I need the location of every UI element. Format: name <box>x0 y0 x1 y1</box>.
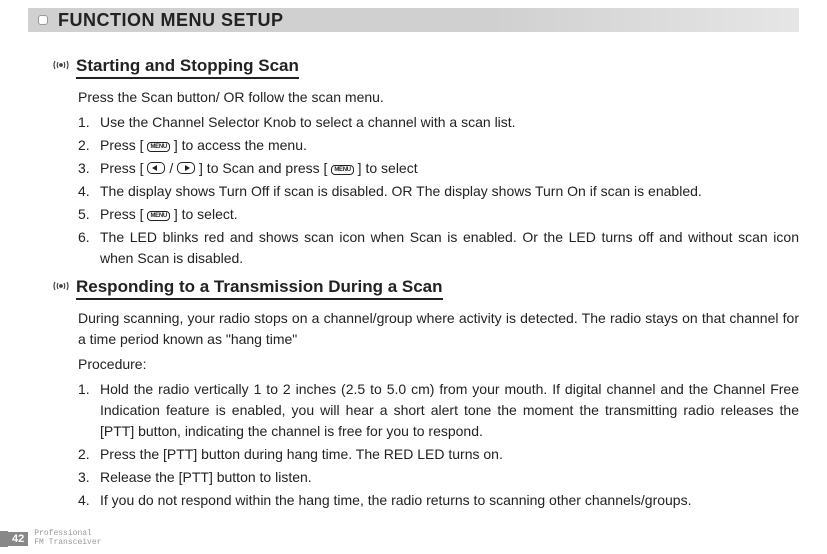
section-1-list: 1.Use the Channel Selector Knob to selec… <box>78 112 799 269</box>
list-item: 3.Release the [PTT] button to listen. <box>78 467 799 488</box>
footer-bar-icon <box>0 531 8 547</box>
section-2-intro-1: During scanning, your radio stops on a c… <box>78 308 799 350</box>
menu-button-icon: MENU <box>147 211 169 221</box>
signal-icon <box>52 277 70 300</box>
footer-text: Professional FM Transceiver <box>34 530 101 548</box>
page-number: 42 <box>8 532 28 546</box>
right-arrow-button-icon <box>177 162 195 174</box>
titlebar-dot-icon <box>38 15 48 25</box>
section-1-body: Press the Scan button/ OR follow the sca… <box>78 87 799 269</box>
section-2-list: 1.Hold the radio vertically 1 to 2 inche… <box>78 379 799 511</box>
section-1-intro: Press the Scan button/ OR follow the sca… <box>78 87 799 108</box>
section-heading-row: Starting and Stopping Scan <box>52 56 799 79</box>
list-item: 3.Press [ / ] to Scan and press [ MENU ]… <box>78 158 799 179</box>
list-item: 1.Hold the radio vertically 1 to 2 inche… <box>78 379 799 442</box>
list-item: 5.Press [ MENU ] to select. <box>78 204 799 225</box>
section-2-body: During scanning, your radio stops on a c… <box>78 308 799 511</box>
signal-icon <box>52 56 70 79</box>
section-2-title: Responding to a Transmission During a Sc… <box>76 277 443 300</box>
page-title: FUNCTION MENU SETUP <box>58 10 284 31</box>
list-item: 2.Press [ MENU ] to access the menu. <box>78 135 799 156</box>
menu-button-icon: MENU <box>331 165 353 175</box>
title-bar: FUNCTION MENU SETUP <box>28 8 799 32</box>
section-2-intro-2: Procedure: <box>78 354 799 375</box>
list-item: 4.The display shows Turn Off if scan is … <box>78 181 799 202</box>
menu-button-icon: MENU <box>147 142 169 152</box>
list-item: 1.Use the Channel Selector Knob to selec… <box>78 112 799 133</box>
list-item: 4.If you do not respond within the hang … <box>78 490 799 511</box>
left-arrow-button-icon <box>147 162 165 174</box>
page-footer: 42 Professional FM Transceiver <box>0 530 101 548</box>
list-item: 6.The LED blinks red and shows scan icon… <box>78 227 799 269</box>
section-heading-row: Responding to a Transmission During a Sc… <box>52 277 799 300</box>
section-1-title: Starting and Stopping Scan <box>76 56 299 79</box>
list-item: 2.Press the [PTT] button during hang tim… <box>78 444 799 465</box>
